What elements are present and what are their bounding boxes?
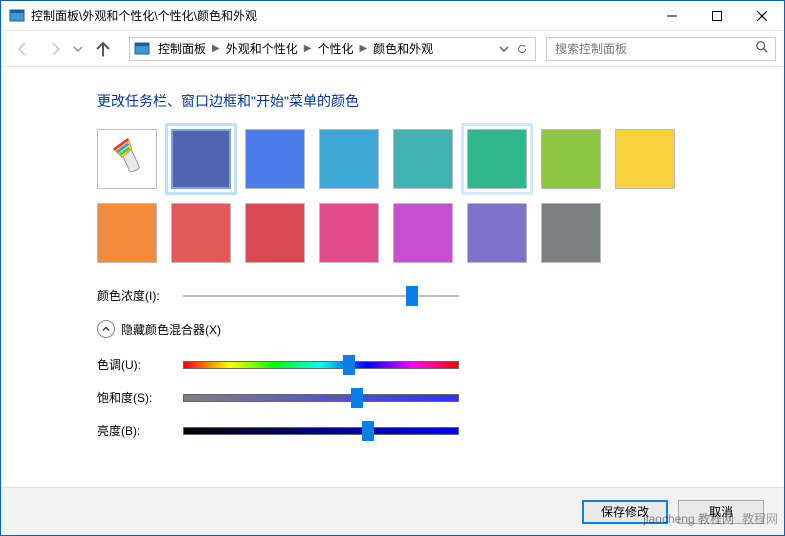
window-title: 控制面板\外观和个性化\个性化\颜色和外观 bbox=[31, 7, 649, 24]
color-swatch[interactable] bbox=[171, 203, 231, 263]
chevron-right-icon: ▶ bbox=[302, 43, 314, 54]
recent-dropdown[interactable] bbox=[73, 44, 87, 54]
up-button[interactable] bbox=[91, 37, 115, 61]
titlebar: 控制面板\外观和个性化\个性化\颜色和外观 bbox=[1, 1, 784, 31]
close-button[interactable] bbox=[739, 1, 784, 30]
address-dropdown[interactable] bbox=[499, 44, 531, 54]
color-swatch[interactable] bbox=[171, 129, 231, 189]
search-box[interactable] bbox=[546, 37, 776, 61]
color-swatch[interactable] bbox=[245, 203, 305, 263]
color-swatch[interactable] bbox=[467, 203, 527, 263]
color-swatch[interactable] bbox=[541, 203, 601, 263]
watermark-text: 教程网 bbox=[742, 510, 778, 527]
content-area: 更改任务栏、窗口边框和"开始"菜单的颜色 颜色浓度(I): 隐藏颜色混合器(X)… bbox=[1, 67, 784, 487]
chevron-right-icon: ▶ bbox=[357, 43, 369, 54]
breadcrumb[interactable]: 个性化 bbox=[313, 40, 357, 57]
slider-track bbox=[183, 427, 459, 435]
brightness-row: 亮度(B): bbox=[97, 422, 760, 439]
color-swatch-automatic[interactable] bbox=[97, 129, 157, 189]
address-icon bbox=[134, 41, 150, 57]
saturation-slider[interactable] bbox=[183, 391, 459, 405]
hue-label: 色调(U): bbox=[97, 356, 183, 373]
brightness-slider[interactable] bbox=[183, 424, 459, 438]
watermark: jiaocheng 教程网 教程网 bbox=[643, 510, 778, 527]
color-swatch-grid bbox=[97, 129, 717, 263]
address-bar[interactable]: 控制面板 ▶ 外观和个性化 ▶ 个性化 ▶ 颜色和外观 bbox=[129, 37, 536, 61]
slider-track bbox=[183, 394, 459, 402]
nav-bar: 控制面板 ▶ 外观和个性化 ▶ 个性化 ▶ 颜色和外观 bbox=[1, 31, 784, 67]
slider-thumb[interactable] bbox=[351, 388, 363, 408]
color-swatch[interactable] bbox=[467, 129, 527, 189]
chevron-down-icon bbox=[499, 44, 509, 54]
minimize-button[interactable] bbox=[649, 1, 694, 30]
color-swatch[interactable] bbox=[245, 129, 305, 189]
hue-slider[interactable] bbox=[183, 358, 459, 372]
slider-thumb[interactable] bbox=[343, 355, 355, 375]
back-button[interactable] bbox=[9, 35, 37, 63]
brightness-label: 亮度(B): bbox=[97, 422, 183, 439]
forward-button[interactable] bbox=[41, 35, 69, 63]
window-root: 控制面板\外观和个性化\个性化\颜色和外观 控制面板 ▶ 外观和个性化 ▶ 个性… bbox=[0, 0, 785, 536]
automatic-color-icon bbox=[106, 136, 148, 183]
color-swatch[interactable] bbox=[319, 203, 379, 263]
saturation-label: 饱和度(S): bbox=[97, 389, 183, 406]
mixer-toggle-label: 隐藏颜色混合器(X) bbox=[121, 321, 221, 338]
intensity-slider[interactable] bbox=[183, 289, 459, 303]
intensity-row: 颜色浓度(I): bbox=[97, 287, 760, 304]
refresh-icon[interactable] bbox=[517, 44, 527, 54]
page-heading: 更改任务栏、窗口边框和"开始"菜单的颜色 bbox=[97, 91, 760, 111]
search-input[interactable] bbox=[553, 41, 755, 57]
chevron-up-icon bbox=[97, 320, 115, 338]
app-icon bbox=[9, 8, 25, 24]
breadcrumb[interactable]: 外观和个性化 bbox=[222, 40, 302, 57]
slider-thumb[interactable] bbox=[362, 421, 374, 441]
hue-row: 色调(U): bbox=[97, 356, 760, 373]
color-swatch[interactable] bbox=[393, 129, 453, 189]
saturation-row: 饱和度(S): bbox=[97, 389, 760, 406]
color-swatch[interactable] bbox=[541, 129, 601, 189]
slider-thumb[interactable] bbox=[406, 286, 418, 306]
color-swatch[interactable] bbox=[615, 129, 675, 189]
slider-track bbox=[183, 361, 459, 369]
search-icon[interactable] bbox=[755, 40, 769, 57]
color-swatch[interactable] bbox=[97, 203, 157, 263]
window-controls bbox=[649, 1, 784, 30]
color-swatch[interactable] bbox=[393, 203, 453, 263]
breadcrumb[interactable]: 颜色和外观 bbox=[369, 40, 437, 57]
mixer-toggle[interactable]: 隐藏颜色混合器(X) bbox=[97, 320, 760, 338]
breadcrumb[interactable]: 控制面板 bbox=[154, 40, 210, 57]
maximize-button[interactable] bbox=[694, 1, 739, 30]
intensity-label: 颜色浓度(I): bbox=[97, 287, 183, 304]
chevron-right-icon: ▶ bbox=[210, 43, 222, 54]
color-swatch[interactable] bbox=[319, 129, 379, 189]
watermark-text: jiaocheng 教程网 bbox=[643, 510, 734, 527]
